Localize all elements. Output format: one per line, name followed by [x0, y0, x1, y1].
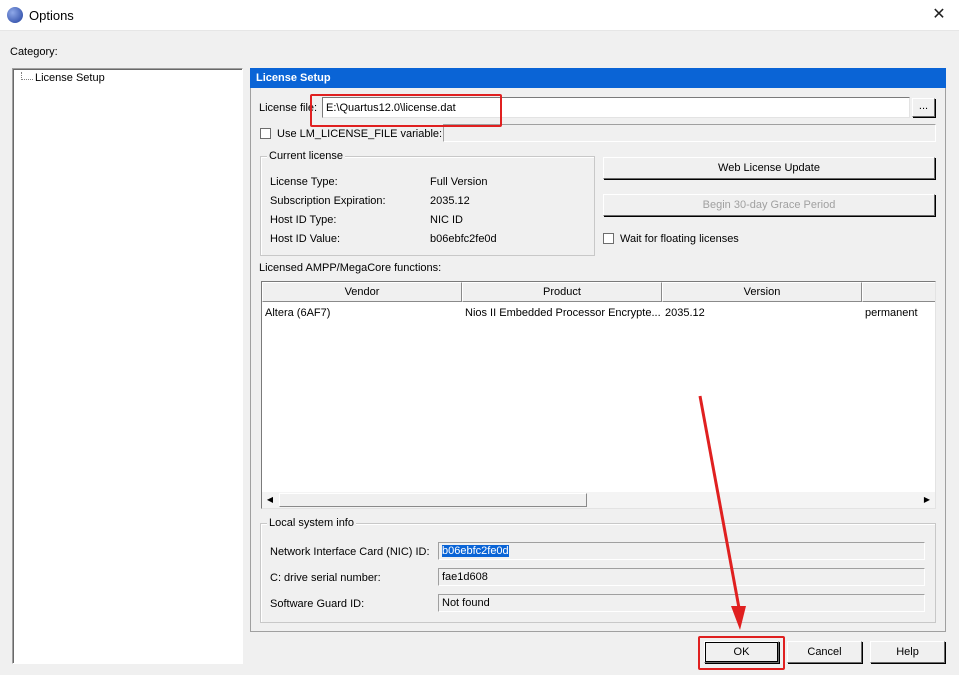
software-guard-field[interactable]: Not found [438, 594, 925, 612]
cancel-button[interactable]: Cancel [787, 641, 862, 663]
horizontal-scrollbar[interactable]: ◀ ▶ [262, 492, 935, 508]
nic-id-field[interactable]: b06ebfc2fe0d [438, 542, 925, 560]
use-lm-license-label: Use LM_LICENSE_FILE variable: [277, 128, 443, 140]
nic-id-value: b06ebfc2fe0d [442, 545, 509, 557]
host-id-type-value: NIC ID [430, 214, 463, 226]
scroll-thumb[interactable] [279, 493, 587, 507]
nic-id-label: Network Interface Card (NIC) ID: [270, 546, 430, 558]
lm-license-input [443, 124, 936, 142]
use-lm-license-checkbox[interactable] [260, 128, 271, 139]
browse-button[interactable]: ... [912, 98, 935, 117]
category-tree[interactable]: License Setup [12, 68, 243, 664]
subscription-expiration-label: Subscription Expiration: [270, 195, 386, 207]
ampp-table[interactable]: Vendor Product Version Altera (6AF7) Nio… [261, 281, 936, 509]
title-bar: Options ✕ [0, 0, 959, 31]
wait-floating-checkbox[interactable] [603, 233, 614, 244]
license-file-label: License file: [259, 102, 318, 114]
drive-serial-field[interactable]: fae1d608 [438, 568, 925, 586]
current-license-title: Current license [267, 150, 345, 162]
cell-expiration: permanent [865, 307, 918, 319]
tree-connector-icon [21, 72, 33, 80]
software-guard-label: Software Guard ID: [270, 598, 365, 610]
web-license-update-button[interactable]: Web License Update [603, 157, 935, 179]
cell-product: Nios II Embedded Processor Encrypte... [465, 307, 660, 319]
license-type-value: Full Version [430, 176, 488, 188]
scroll-left-icon[interactable]: ◀ [262, 492, 278, 508]
grace-period-button[interactable]: Begin 30-day Grace Period [603, 194, 935, 216]
subscription-expiration-value: 2035.12 [430, 195, 470, 207]
tree-item-label: License Setup [35, 72, 105, 84]
license-type-label: License Type: [270, 176, 338, 188]
wait-floating-label: Wait for floating licenses [620, 233, 739, 245]
column-header-expiration[interactable] [862, 282, 935, 302]
tree-item-license-setup[interactable]: License Setup [21, 72, 105, 86]
ok-button[interactable]: OK [704, 641, 779, 663]
license-file-input[interactable]: E:\Quartus12.0\license.dat [322, 97, 910, 118]
panel-header: License Setup [250, 68, 946, 88]
column-header-version[interactable]: Version [662, 282, 862, 302]
local-system-title: Local system info [267, 517, 356, 529]
ampp-label: Licensed AMPP/MegaCore functions: [259, 262, 442, 274]
column-header-product[interactable]: Product [462, 282, 662, 302]
window-title: Options [29, 8, 74, 23]
quartus-icon [7, 7, 23, 23]
column-header-vendor[interactable]: Vendor [262, 282, 462, 302]
category-label: Category: [10, 46, 58, 58]
cell-vendor: Altera (6AF7) [265, 307, 331, 319]
host-id-value-value: b06ebfc2fe0d [430, 233, 497, 245]
close-icon[interactable]: ✕ [927, 4, 951, 26]
drive-serial-label: C: drive serial number: [270, 572, 381, 584]
host-id-value-label: Host ID Value: [270, 233, 341, 245]
scroll-right-icon[interactable]: ▶ [919, 492, 935, 508]
cell-version: 2035.12 [665, 307, 705, 319]
help-button[interactable]: Help [870, 641, 945, 663]
host-id-type-label: Host ID Type: [270, 214, 337, 226]
